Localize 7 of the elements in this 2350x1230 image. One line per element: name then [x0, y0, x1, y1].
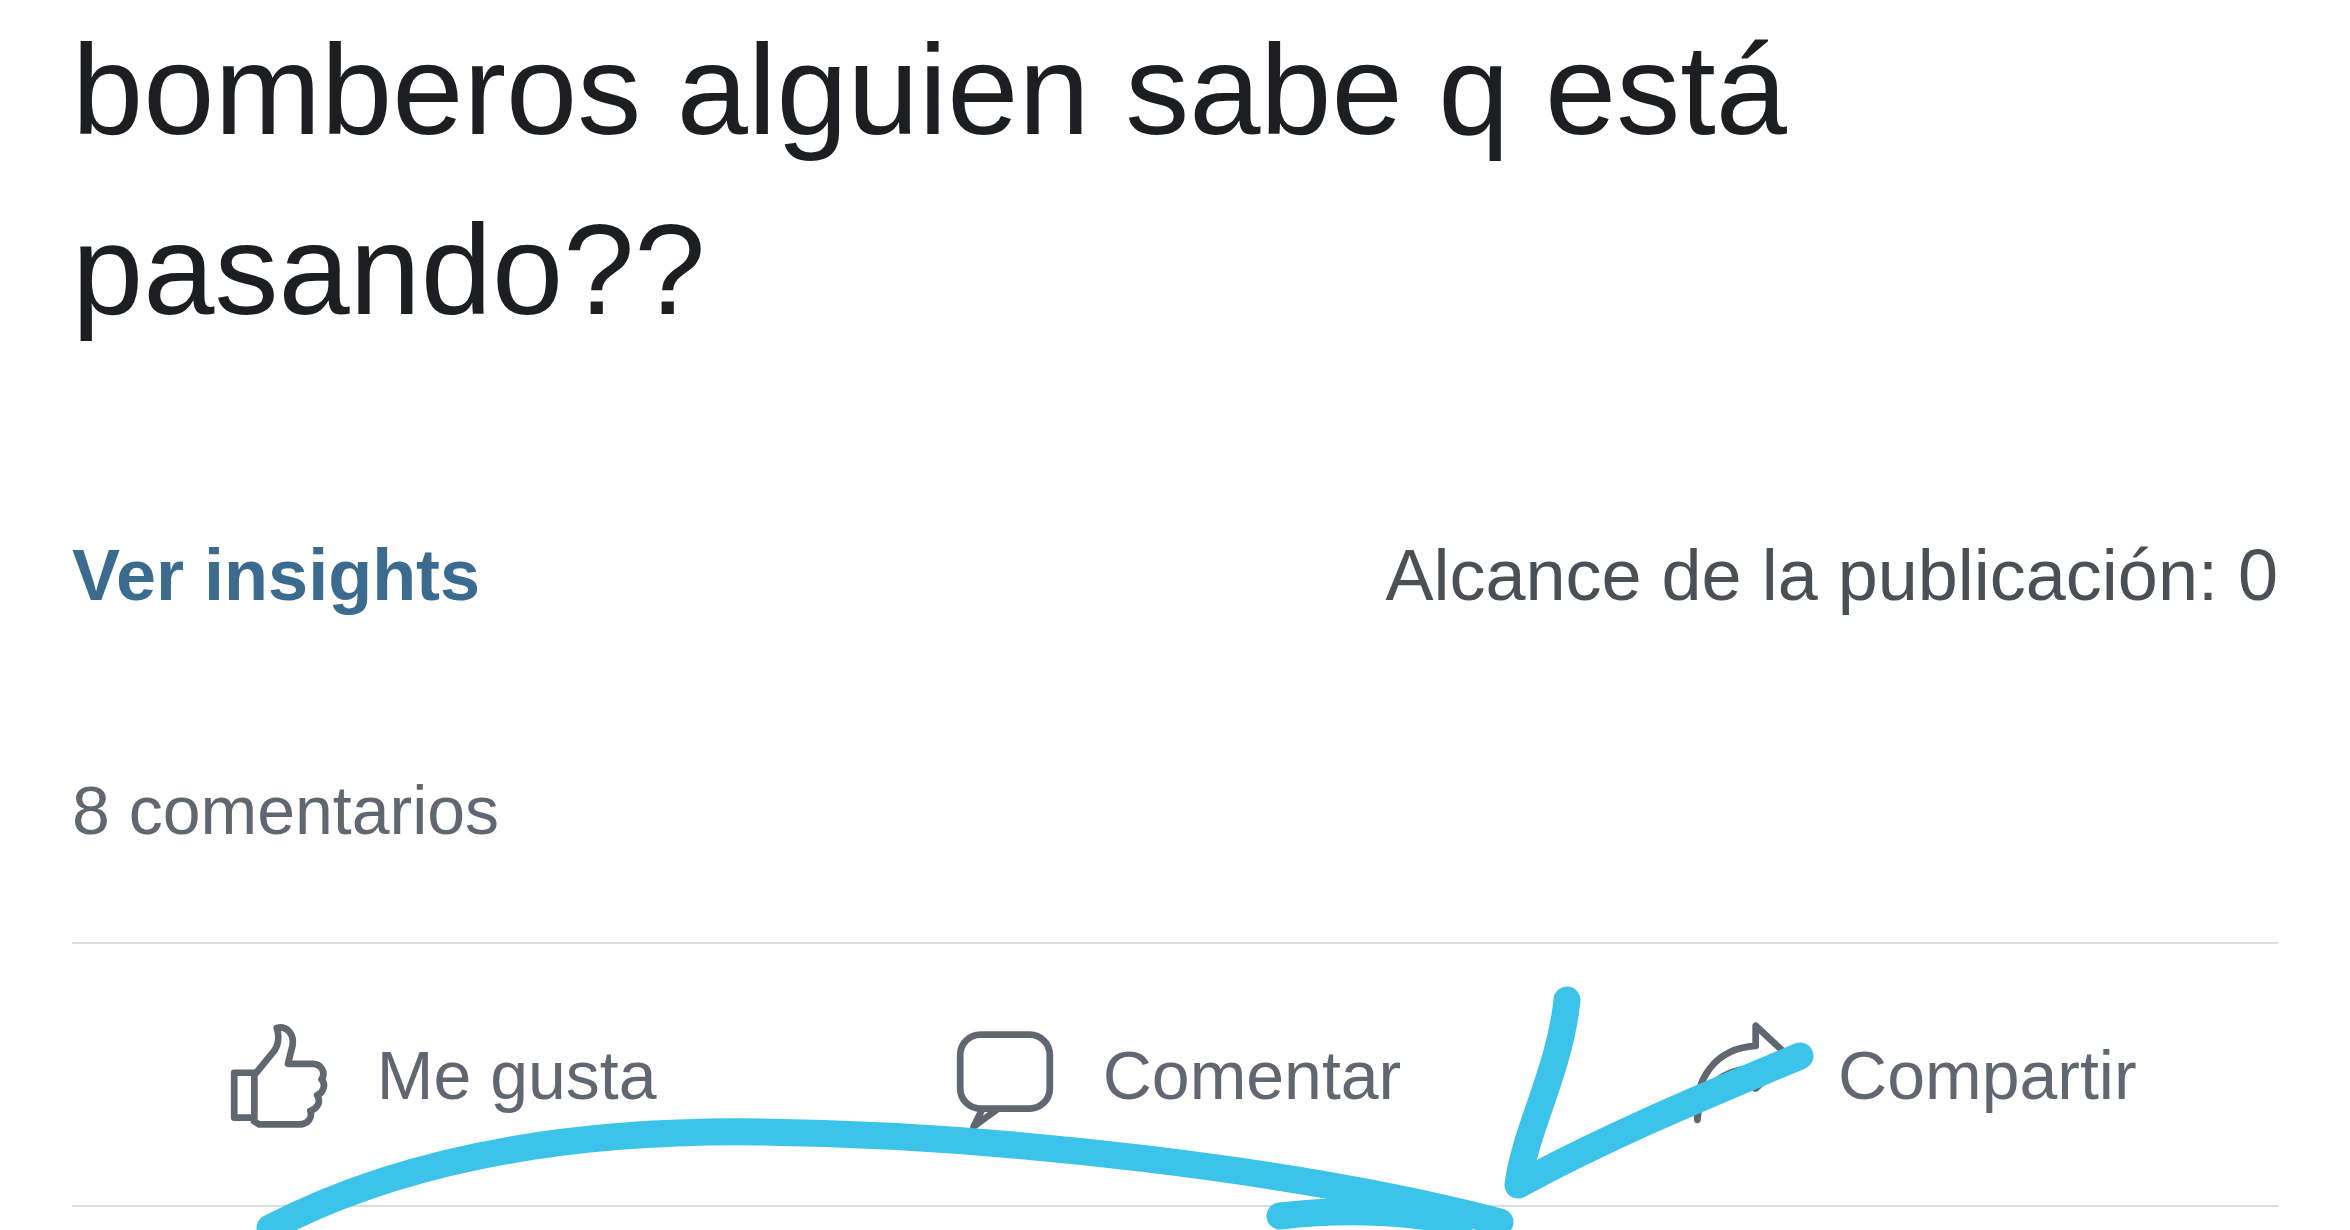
post-text: bomberos alguien sabe q está pasando??: [72, 17, 1788, 343]
share-button[interactable]: Compartir: [1684, 1018, 2137, 1131]
like-button[interactable]: Me gusta: [222, 1018, 657, 1131]
insights-link[interactable]: Ver insights: [72, 521, 481, 629]
comment-button[interactable]: Comentar: [948, 1018, 1402, 1131]
comments-count[interactable]: 8 comentarios: [72, 759, 500, 861]
post-reach: Alcance de la publicación: 0: [1385, 534, 2278, 617]
